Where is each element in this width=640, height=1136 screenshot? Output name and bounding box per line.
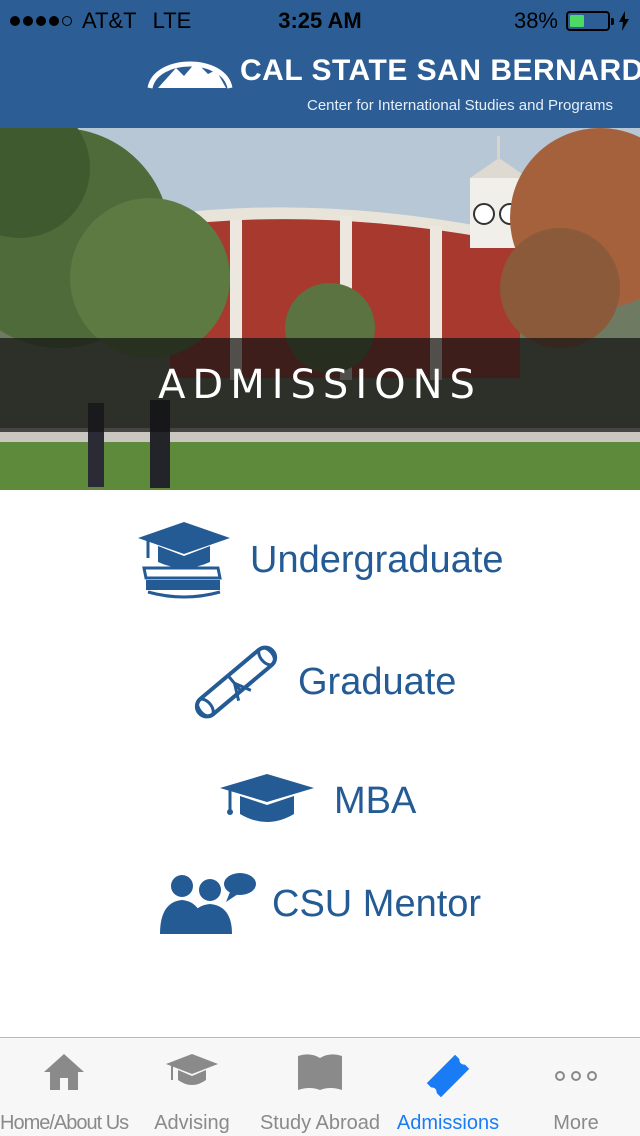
tab-admissions-label: Admissions [396,1112,500,1134]
tab-advising[interactable]: Advising [128,1038,256,1136]
tab-more[interactable]: More [512,1038,640,1136]
graduation-cap-icon [220,774,314,822]
tab-home[interactable]: Home/About Us [0,1038,129,1136]
screen: AT&T LTE 3:25 AM 38% CAL STATE SAN BERNA… [0,0,640,1136]
cap-and-books-icon [138,522,230,599]
csu-mentor-button[interactable]: CSU Mentor [158,872,481,936]
campus-photo [0,128,640,490]
more-dots-icon [555,1071,597,1081]
university-title: CAL STATE SAN BERNARDINO [240,54,640,87]
battery-fill [570,15,584,27]
undergraduate-button[interactable]: Undergraduate [134,518,504,602]
hero-banner: ADMISSIONS [0,128,640,490]
ticket-icon [426,1054,470,1098]
tab-advising-label: Advising [154,1112,230,1134]
tab-admissions[interactable]: Admissions [384,1038,512,1136]
app-header: CAL STATE SAN BERNARDINO Center for Inte… [0,40,640,128]
mountain-logo-icon [147,61,233,89]
status-bar: AT&T LTE 3:25 AM 38% [0,0,640,40]
tab-bar: Home/About Us Advising Study Abroad Admi… [0,1037,640,1136]
status-right: 38% [514,8,630,34]
graduate-button[interactable]: Graduate [184,636,456,728]
book-icon [298,1054,342,1090]
house-icon [44,1054,84,1090]
csu-mentor-label: CSU Mentor [272,882,482,925]
mba-label: MBA [334,779,417,822]
tab-home-label: Home/About Us [0,1112,129,1134]
graduate-label: Graduate [298,660,457,703]
mba-button[interactable]: MBA [218,772,416,830]
tab-study-abroad[interactable]: Study Abroad [256,1038,384,1136]
people-chat-icon [160,873,256,934]
tab-more-label: More [553,1112,599,1134]
graduation-cap-icon [166,1054,218,1085]
battery-icon [566,11,614,31]
center-subtitle: Center for International Studies and Pro… [307,97,613,114]
undergraduate-label: Undergraduate [250,538,504,581]
tab-study-abroad-label: Study Abroad [259,1112,381,1134]
page-title: ADMISSIONS [158,362,482,408]
battery-percent: 38% [513,8,558,33]
diploma-scroll-icon [194,645,278,719]
charging-bolt-icon [619,11,629,31]
